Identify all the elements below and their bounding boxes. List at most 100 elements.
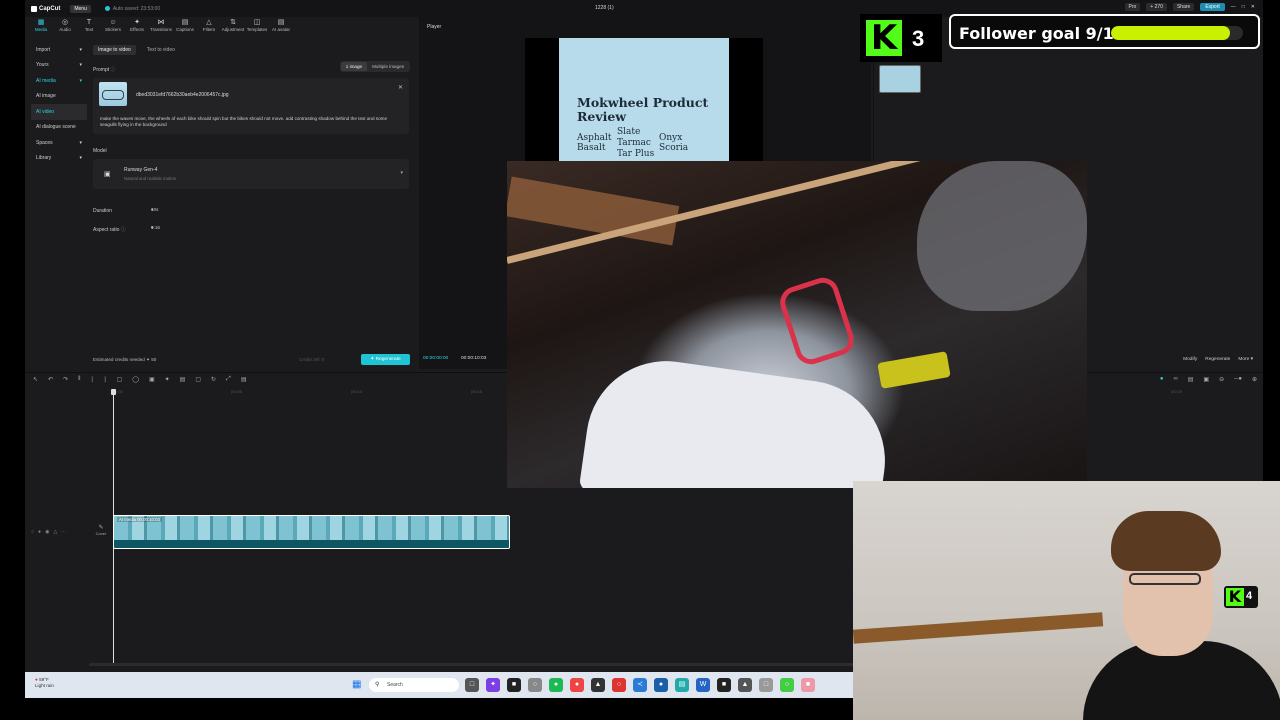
tool-audio[interactable]: ◎ Audio <box>53 17 77 36</box>
tool-stickers[interactable]: ☺ Stickers <box>101 17 125 36</box>
select-tool-icon[interactable]: ↖ <box>33 376 38 383</box>
crop-icon[interactable]: ▣ <box>149 376 155 383</box>
steam-icon[interactable]: ● <box>654 678 668 692</box>
zoom-slider[interactable]: ─● <box>1234 376 1242 383</box>
multiple-images-option[interactable]: Multiple images <box>367 62 409 71</box>
nav-spaces[interactable]: Spaces ▾ <box>31 135 87 151</box>
more-icon[interactable]: ⋯ <box>61 529 66 535</box>
pro-button[interactable]: Pro <box>1124 3 1141 11</box>
tab-image-to-video[interactable]: Image to video <box>93 45 136 55</box>
taskbar-search[interactable]: ⚲ Search <box>369 678 459 692</box>
uploaded-image-thumbnail[interactable] <box>99 82 127 106</box>
undo-icon[interactable]: ↶ <box>48 376 53 383</box>
credits-button[interactable]: + 270 <box>1146 3 1167 11</box>
tool-adjustment[interactable]: ⇅ Adjustment <box>221 17 245 36</box>
modify-button[interactable]: Modify <box>1183 357 1197 362</box>
resize-icon[interactable]: ⤢ <box>226 376 231 383</box>
copilot-icon[interactable]: ✦ <box>486 678 500 692</box>
link-icon[interactable]: ∞ <box>1173 376 1177 383</box>
preview-axis-icon[interactable]: ▤ <box>1188 376 1194 383</box>
ai-icon[interactable]: ✦ <box>165 376 170 383</box>
tool-filters[interactable]: △ Filters <box>197 17 221 36</box>
tool-media[interactable]: ▦ Media <box>29 17 53 36</box>
tool-templates[interactable]: ◫ Templates <box>245 17 269 36</box>
tool-transitions[interactable]: ⋈ Transitions <box>149 17 173 36</box>
volume-icon[interactable]: △ <box>53 529 57 535</box>
vscode-icon[interactable]: ≺ <box>633 678 647 692</box>
rotate-icon[interactable]: ↻ <box>211 376 216 383</box>
windows-start-icon[interactable]: ▦ <box>352 679 361 690</box>
share-button[interactable]: Share <box>1172 3 1195 11</box>
app-icon[interactable]: □ <box>759 678 773 692</box>
split-right-icon[interactable]: ∣ <box>104 376 107 383</box>
aspect-ratio-select[interactable]: 9:16 ▾ <box>149 223 409 233</box>
more-button[interactable]: More ▾ <box>1238 357 1253 362</box>
fit-icon[interactable]: ▣ <box>1203 376 1209 383</box>
close-icon[interactable]: ✕ <box>1251 4 1255 10</box>
terminal-icon[interactable]: ■ <box>507 678 521 692</box>
prompt-text[interactable]: make the waves move, the wheels of each … <box>100 116 400 128</box>
freeze-icon[interactable]: ▢ <box>195 376 201 383</box>
minimize-icon[interactable]: — <box>1231 4 1236 10</box>
tool-effects[interactable]: ✦ Effects <box>125 17 149 36</box>
captions-tl-icon[interactable]: ▤ <box>241 376 247 383</box>
eye-icon[interactable]: ◉ <box>45 529 49 535</box>
nav-ai-dialogue-scene[interactable]: AI dialogue scene <box>31 120 87 136</box>
nav-yours[interactable]: Yours ▾ <box>31 58 87 74</box>
app-icon[interactable]: ■ <box>717 678 731 692</box>
cam-shape <box>877 351 951 389</box>
nav-import[interactable]: Import ▾ <box>31 42 87 58</box>
zoom-out-icon[interactable]: ⊖ <box>1219 376 1224 383</box>
kick-logo-icon: K <box>866 20 902 56</box>
captions-icon: ▤ <box>181 19 189 26</box>
one-image-option[interactable]: 1 image <box>340 62 368 71</box>
duration-select[interactable]: 10s ▾ <box>149 205 409 215</box>
nav-ai-image[interactable]: AI image <box>31 89 87 105</box>
nav-ai-media[interactable]: AI media ▾ <box>31 73 87 89</box>
tool-ai-avatar[interactable]: ▤ AI avatar <box>269 17 293 36</box>
zoom-in-icon[interactable]: ⊕ <box>1252 376 1257 383</box>
video-clip[interactable]: AI media 00:00:10:03 <box>113 515 510 549</box>
app-icon[interactable]: ○ <box>528 678 542 692</box>
delete-icon[interactable]: ▢ <box>117 376 123 383</box>
opera-icon[interactable]: ○ <box>612 678 626 692</box>
spotify-icon[interactable]: ● <box>549 678 563 692</box>
model-select[interactable]: ▣ Runway Gen-4 Natural and realistic mot… <box>93 159 409 189</box>
cover-button[interactable]: ✎ Cover <box>94 524 108 546</box>
browser-icon[interactable]: ● <box>570 678 584 692</box>
mirror-icon[interactable]: ▤ <box>180 376 186 383</box>
regenerate-button[interactable]: ✦ Regenerate <box>361 354 410 365</box>
weather-widget[interactable]: ● 59°F Light rain <box>35 677 54 689</box>
tool-text[interactable]: T Text <box>77 17 101 36</box>
app-icon[interactable]: ▤ <box>675 678 689 692</box>
project-title: 1228 (1) <box>595 5 614 11</box>
nav-library[interactable]: Library ▾ <box>31 151 87 167</box>
word-icon[interactable]: W <box>696 678 710 692</box>
split-icon[interactable]: ‖ <box>78 376 80 383</box>
app-icon[interactable]: ○ <box>780 678 794 692</box>
app-logo: CapCut <box>31 5 60 12</box>
shield-icon[interactable]: ◯ <box>132 376 139 383</box>
audio-track-icon[interactable]: ● <box>38 529 41 535</box>
timeline-scrollbar[interactable] <box>89 663 879 666</box>
nav-label: Library <box>36 155 52 162</box>
capcut-taskbar-icon[interactable]: ▲ <box>591 678 605 692</box>
menu-button[interactable]: Menu <box>70 4 91 13</box>
redo-icon[interactable]: ↷ <box>63 376 68 383</box>
generated-video-thumbnail[interactable] <box>879 65 921 93</box>
remove-image-icon[interactable]: ✕ <box>398 84 403 91</box>
lock-icon[interactable]: ○ <box>31 529 34 535</box>
split-left-icon[interactable]: ∣ <box>91 376 94 383</box>
regenerate-small-button[interactable]: Regenerate <box>1205 357 1230 362</box>
export-button[interactable]: Export <box>1200 3 1225 11</box>
app-icon[interactable]: ▲ <box>738 678 752 692</box>
record-icon[interactable]: ● <box>1160 376 1164 383</box>
file-explorer-icon[interactable]: □ <box>465 678 479 692</box>
nav-ai-video[interactable]: AI video <box>31 104 87 120</box>
video-preview[interactable]: Mokwheel Product Review Asphalt Slate On… <box>525 38 763 163</box>
prompt-input[interactable]: dbed3031efd7662b30aeb4e2006457c.jpg ✕ ma… <box>93 78 409 134</box>
tool-captions[interactable]: ▤ Captions <box>173 17 197 36</box>
app-icon[interactable]: ■ <box>801 678 815 692</box>
maximize-icon[interactable]: □ <box>1242 4 1245 10</box>
tab-text-to-video[interactable]: Text to video <box>142 45 180 55</box>
